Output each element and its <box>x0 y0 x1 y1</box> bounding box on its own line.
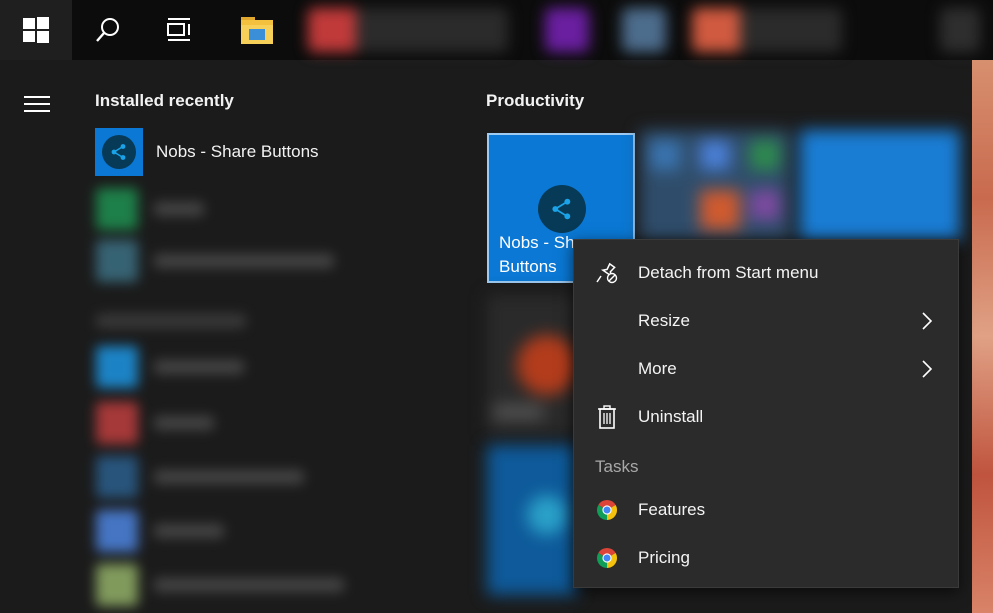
file-explorer-icon <box>241 17 273 44</box>
blurred-app-list <box>90 180 380 610</box>
chevron-right-icon <box>922 312 933 330</box>
more-label: More <box>638 359 677 378</box>
blurred-tiles <box>640 130 960 240</box>
recent-app-item[interactable]: Nobs - Share Buttons <box>95 128 319 176</box>
detach-from-start-label: Detach from Start menu <box>638 263 819 282</box>
resize-item[interactable]: Resize <box>574 297 958 345</box>
installed-recently-title: Installed recently <box>95 91 234 110</box>
chrome-icon <box>597 548 617 568</box>
hamburger-icon[interactable] <box>22 94 52 114</box>
productivity-title: Productivity <box>486 91 585 110</box>
more-item[interactable]: More <box>574 345 958 393</box>
task-view-icon <box>167 18 190 41</box>
context-menu: Detach from Start menu Resize More Unins… <box>573 239 959 588</box>
tasks-header: Tasks <box>595 457 639 476</box>
uninstall-label: Uninstall <box>638 407 704 426</box>
search-icon <box>96 18 119 42</box>
blurred-tiles <box>487 445 577 595</box>
trash-icon <box>598 405 616 429</box>
taskbar-app-blurred[interactable] <box>308 8 508 52</box>
file-explorer-button[interactable] <box>216 0 298 60</box>
task-view-button[interactable] <box>144 0 216 60</box>
share-icon <box>111 144 126 160</box>
resize-label: Resize <box>638 311 690 330</box>
task-features-item[interactable]: Features <box>574 486 958 534</box>
app-icon <box>95 128 143 176</box>
taskbar-app-blurred[interactable] <box>692 8 842 52</box>
desktop-wallpaper-edge <box>972 60 993 613</box>
share-icon <box>552 198 571 220</box>
recent-app-label: Nobs - Share Buttons <box>156 142 319 161</box>
taskbar-app-blurred[interactable] <box>940 8 980 52</box>
task-features-label: Features <box>638 500 706 519</box>
detach-from-start-item[interactable]: Detach from Start menu <box>574 249 958 297</box>
taskbar-app-blurred[interactable] <box>545 8 589 52</box>
taskbar-app-blurred[interactable] <box>622 8 666 52</box>
blurred-tiles <box>487 295 577 435</box>
chrome-icon <box>597 500 617 520</box>
uninstall-item[interactable]: Uninstall <box>574 393 958 441</box>
windows-logo-icon <box>23 17 49 43</box>
task-pricing-label: Pricing <box>638 548 690 567</box>
chevron-right-icon <box>922 360 933 378</box>
unpin-icon <box>596 262 618 284</box>
start-button[interactable] <box>0 0 72 60</box>
search-button[interactable] <box>72 0 144 60</box>
task-pricing-item[interactable]: Pricing <box>574 534 958 582</box>
taskbar <box>0 0 993 60</box>
